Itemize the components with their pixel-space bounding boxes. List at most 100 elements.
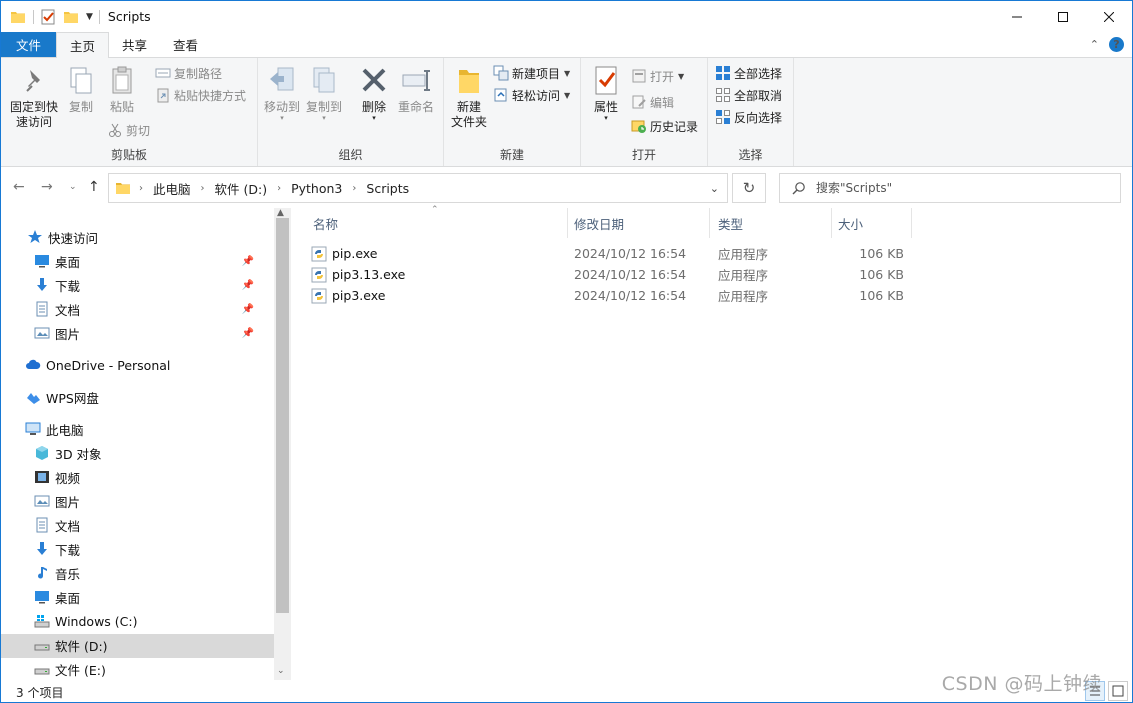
nav-pc-music[interactable]: 音乐 <box>34 561 80 585</box>
nav-qa-pictures[interactable]: 图片 📌 <box>34 321 274 345</box>
new-folder-icon[interactable] <box>63 9 79 25</box>
nav-this-pc[interactable]: 此电脑 <box>25 417 84 441</box>
document-icon <box>36 517 48 533</box>
tab-home[interactable]: 主页 <box>56 32 110 58</box>
minimize-button[interactable] <box>994 1 1040 32</box>
breadcrumb-chevron-icon[interactable]: › <box>139 183 143 194</box>
scrollbar-thumb[interactable] <box>276 218 289 613</box>
column-header-date[interactable]: 修改日期 <box>574 208 709 238</box>
breadcrumb-chevron-icon[interactable]: › <box>201 183 205 194</box>
column-divider[interactable] <box>567 208 568 238</box>
history-button[interactable]: 历史记录 <box>631 116 698 136</box>
tab-share[interactable]: 共享 <box>109 32 160 57</box>
column-divider[interactable] <box>831 208 832 238</box>
scroll-up-icon[interactable]: ▲ <box>277 208 284 218</box>
new-folder-button[interactable]: 新建 文件夹 <box>448 64 490 130</box>
up-arrow-icon[interactable]: ↑ <box>88 179 100 195</box>
paste-shortcut-button[interactable]: 粘贴快捷方式 <box>155 85 246 105</box>
tab-file[interactable]: 文件 <box>1 32 57 57</box>
invert-selection-button[interactable]: 反向选择 <box>715 107 782 127</box>
nav-pc-videos[interactable]: 视频 <box>34 465 80 489</box>
expand-ribbon-icon[interactable]: ⌃ <box>1090 38 1099 51</box>
nav-pc-drive-c[interactable]: Windows (C:) <box>34 609 137 633</box>
new-item-button[interactable]: 新建项目 ▼ <box>493 63 570 83</box>
nav-pc-pictures[interactable]: 图片 <box>34 489 80 513</box>
breadcrumb-drive-d[interactable]: 软件 (D:) <box>215 179 268 198</box>
nav-pc-drive-d[interactable]: 软件 (D:) <box>34 633 108 657</box>
breadcrumb-chevron-icon[interactable]: › <box>352 183 356 194</box>
clipboard-group: 固定到快 速访问 复制 粘贴 复制路径 粘贴快捷方式 剪切 剪贴板 <box>1 58 258 166</box>
nav-pc-3d-objects[interactable]: 3D 对象 <box>34 441 102 465</box>
breadcrumb-this-pc[interactable]: 此电脑 <box>153 179 191 198</box>
properties-button[interactable]: 属性 ▾ <box>588 64 624 122</box>
pin-icon[interactable]: 📌 <box>242 280 254 291</box>
nav-qa-downloads[interactable]: 下载 📌 <box>34 273 274 297</box>
large-icons-view-button[interactable] <box>1108 681 1128 701</box>
pin-icon[interactable]: 📌 <box>242 304 254 315</box>
address-dropdown-icon[interactable]: ⌄ <box>710 182 719 195</box>
nav-wps[interactable]: WPS网盘 <box>25 385 99 409</box>
qat-customize-icon[interactable]: ▼ <box>86 12 93 22</box>
tab-view[interactable]: 查看 <box>160 32 211 57</box>
move-to-button[interactable]: 移动到 ▾ <box>262 64 302 122</box>
select-none-icon <box>716 88 730 102</box>
maximize-button[interactable] <box>1040 1 1086 32</box>
copy-path-button[interactable]: 复制路径 <box>155 63 222 83</box>
recent-locations-chevron-icon[interactable]: ⌄ <box>69 182 77 192</box>
watermark: CSDN @码上钟续 <box>941 673 1102 695</box>
file-row[interactable]: pip3.exe 2024/10/12 16:54 应用程序 106 KB <box>311 285 911 306</box>
file-row[interactable]: pip.exe 2024/10/12 16:54 应用程序 106 KB <box>311 243 911 264</box>
help-icon[interactable]: ? <box>1109 37 1124 52</box>
pin-quick-access-button[interactable]: 固定到快 速访问 <box>7 64 61 130</box>
pin-icon[interactable]: 📌 <box>242 256 254 267</box>
column-header-name[interactable]: 名称 <box>313 208 568 238</box>
close-button[interactable] <box>1086 1 1132 32</box>
scroll-down-icon[interactable]: ⌄ <box>277 666 285 676</box>
nav-pc-documents[interactable]: 文档 <box>34 513 80 537</box>
select-none-button[interactable]: 全部取消 <box>715 85 782 105</box>
open-group: 属性 ▾ 打开 ▼ 编辑 历史记录 打开 <box>581 58 708 166</box>
search-input[interactable] <box>816 181 1096 195</box>
move-to-label: 移动到 <box>263 100 300 114</box>
breadcrumb-python3[interactable]: Python3 <box>291 181 342 196</box>
file-row[interactable]: pip3.13.exe 2024/10/12 16:54 应用程序 106 KB <box>311 264 911 285</box>
column-divider[interactable] <box>709 208 710 238</box>
address-bar[interactable]: › 此电脑 › 软件 (D:) › Python3 › Scripts ⌄ <box>108 173 728 203</box>
nav-pc-downloads[interactable]: 下载 <box>34 537 80 561</box>
rename-button[interactable]: 重命名 <box>396 64 436 115</box>
paste-icon <box>112 66 132 94</box>
properties-icon[interactable] <box>40 9 56 25</box>
edit-button[interactable]: 编辑 <box>631 92 674 112</box>
paste-button[interactable]: 粘贴 <box>104 64 140 115</box>
nav-pc-desktop[interactable]: 桌面 <box>34 585 80 609</box>
nav-label: 3D 对象 <box>55 446 102 462</box>
drive-c-icon <box>34 615 50 628</box>
forward-arrow-icon[interactable]: → <box>41 179 53 195</box>
pin-icon[interactable]: 📌 <box>242 328 254 339</box>
nav-scrollbar[interactable]: ▲ ⌄ <box>274 208 291 680</box>
easy-access-button[interactable]: 轻松访问 ▼ <box>493 85 570 105</box>
nav-qa-desktop[interactable]: 桌面 📌 <box>34 249 274 273</box>
nav-quick-access[interactable]: 快速访问 <box>27 225 98 249</box>
breadcrumb-chevron-icon[interactable]: › <box>277 183 281 194</box>
breadcrumb-scripts[interactable]: Scripts <box>366 181 409 196</box>
qat-separator <box>98 9 100 24</box>
maximize-icon <box>1058 11 1068 22</box>
column-divider[interactable] <box>911 208 912 238</box>
delete-button[interactable]: 删除 ▾ <box>355 64 393 122</box>
open-button[interactable]: 打开 ▼ <box>631 66 684 86</box>
search-box[interactable] <box>779 173 1121 203</box>
copy-to-button[interactable]: 复制到 ▾ <box>304 64 344 122</box>
column-header-size[interactable]: 大小 <box>838 208 908 238</box>
refresh-button[interactable]: ↻ <box>732 173 766 203</box>
open-group-label: 打开 <box>631 148 656 162</box>
select-all-button[interactable]: 全部选择 <box>715 63 782 83</box>
copy-button[interactable]: 复制 <box>63 64 99 115</box>
nav-onedrive[interactable]: OneDrive - Personal <box>25 353 170 377</box>
cut-button[interactable]: 剪切 <box>107 120 150 140</box>
cut-label: 剪切 <box>126 123 151 138</box>
nav-qa-documents[interactable]: 文档 📌 <box>34 297 274 321</box>
nav-pc-drive-e[interactable]: 文件 (E:) <box>34 657 106 681</box>
column-header-type[interactable]: 类型 <box>718 208 830 238</box>
back-arrow-icon[interactable]: ← <box>13 179 25 195</box>
